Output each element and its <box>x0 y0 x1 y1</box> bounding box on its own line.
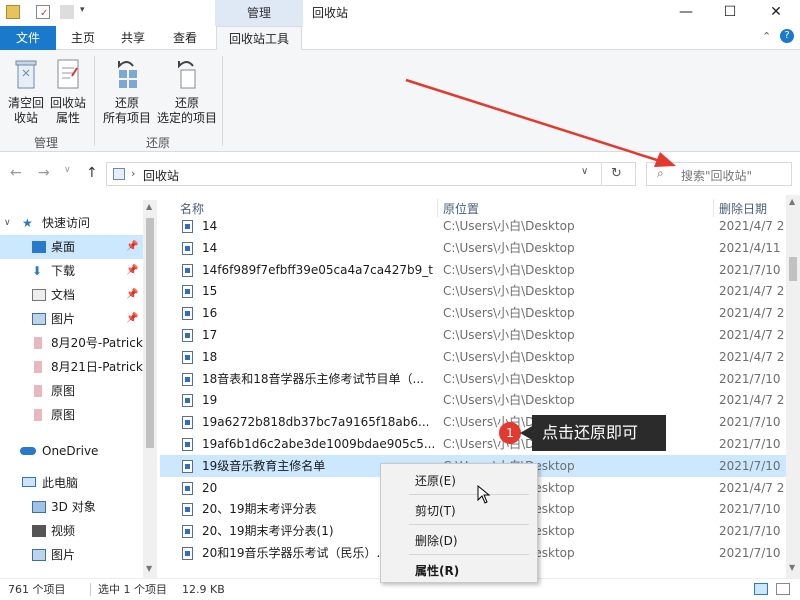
context-menu: 还原(E) 剪切(T) 删除(D) 属性(R) <box>380 463 538 583</box>
annotation-arrow-line <box>405 78 661 163</box>
context-menu-separator <box>409 524 529 525</box>
annotation-arrow-head <box>654 152 676 167</box>
context-menu-restore[interactable]: 还原(E) <box>415 472 456 489</box>
context-menu-delete[interactable]: 删除(D) <box>415 532 458 549</box>
context-menu-properties[interactable]: 属性(R) <box>415 562 459 579</box>
annotation-callout: 点击还原即可 <box>532 415 666 451</box>
context-menu-cut[interactable]: 剪切(T) <box>415 502 456 519</box>
context-menu-separator <box>409 494 529 495</box>
context-menu-separator <box>409 554 529 555</box>
step-badge: 1 <box>499 422 521 444</box>
mouse-cursor-icon <box>477 485 491 504</box>
